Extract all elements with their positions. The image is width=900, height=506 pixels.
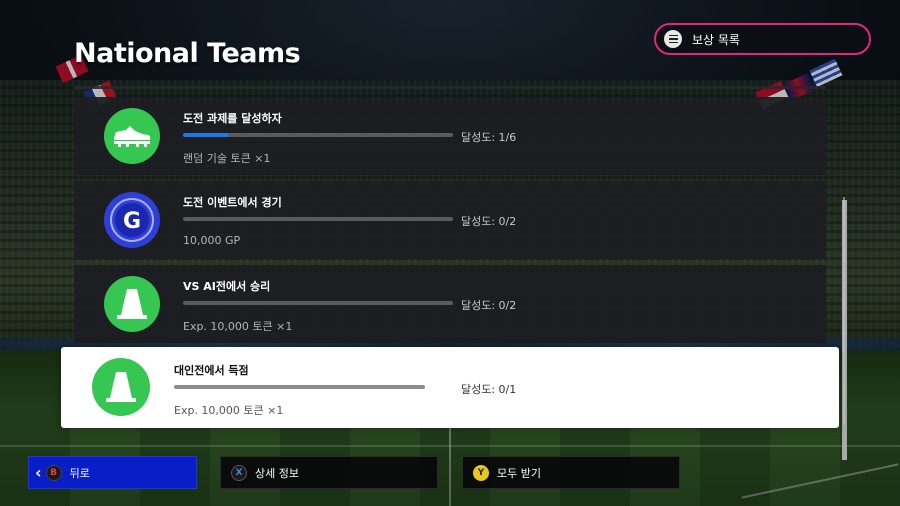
claim-all-button[interactable]: Y 모두 받기 <box>462 456 680 489</box>
details-label: 상세 정보 <box>255 466 299 480</box>
mission-title: VS AI전에서 승리 <box>183 280 271 293</box>
mission-reward: 10,000 GP <box>183 234 241 247</box>
y-button-icon: Y <box>473 464 489 481</box>
mission-reward: Exp. 10,000 토큰 ×1 <box>183 320 293 333</box>
cone-icon <box>104 276 160 332</box>
claim-all-label: 모두 받기 <box>497 466 541 480</box>
mission-progress-bar <box>183 301 453 305</box>
mission-progress-bar <box>183 133 453 137</box>
mission-title: 도전 과제를 달성하자 <box>183 112 282 125</box>
reward-list-button[interactable]: 보상 목록 <box>654 23 871 55</box>
mission-reward: 랜덤 기술 토큰 ×1 <box>183 152 271 165</box>
mission-title: 대인전에서 득점 <box>174 364 249 377</box>
cone-icon <box>92 358 150 416</box>
gp-coin-icon: G <box>104 192 160 248</box>
mission-progress-text: 달성도: 1/6 <box>461 131 517 144</box>
mission-card[interactable]: 도전 과제를 달성하자 달성도: 1/6 랜덤 기술 토큰 ×1 <box>74 97 826 175</box>
list-top-divider <box>74 86 826 89</box>
mission-progress-text: 달성도: 0/2 <box>461 215 517 228</box>
mission-card[interactable]: VS AI전에서 승리 달성도: 0/2 Exp. 10,000 토큰 ×1 <box>74 265 826 343</box>
mission-progress-bar <box>174 385 425 389</box>
b-button-icon: B <box>45 464 62 481</box>
chevron-left-icon: ‹ <box>35 462 42 482</box>
mission-progress-text: 달성도: 0/2 <box>461 299 517 312</box>
mission-progress-fill <box>183 133 228 137</box>
mission-progress-text: 달성도: 0/1 <box>461 383 517 396</box>
list-scrollbar[interactable] <box>843 197 845 425</box>
back-button[interactable]: ‹ B 뒤로 <box>28 456 197 489</box>
mission-card[interactable]: G 도전 이벤트에서 경기 달성도: 0/2 10,000 GP <box>74 181 826 259</box>
mission-title: 도전 이벤트에서 경기 <box>183 196 282 209</box>
details-button[interactable]: X 상세 정보 <box>220 456 438 489</box>
menu-icon <box>664 30 682 48</box>
mission-reward: Exp. 10,000 토큰 ×1 <box>174 404 284 417</box>
reward-list-label: 보상 목록 <box>692 32 740 47</box>
boot-icon <box>104 108 160 164</box>
mission-card-selected[interactable]: 대인전에서 득점 달성도: 0/1 Exp. 10,000 토큰 ×1 <box>61 347 839 428</box>
back-label: 뒤로 <box>69 466 90 480</box>
page-title: National Teams <box>74 38 301 69</box>
x-button-icon: X <box>231 464 247 481</box>
mission-progress-bar <box>183 217 453 221</box>
svg-text:G: G <box>123 209 141 234</box>
